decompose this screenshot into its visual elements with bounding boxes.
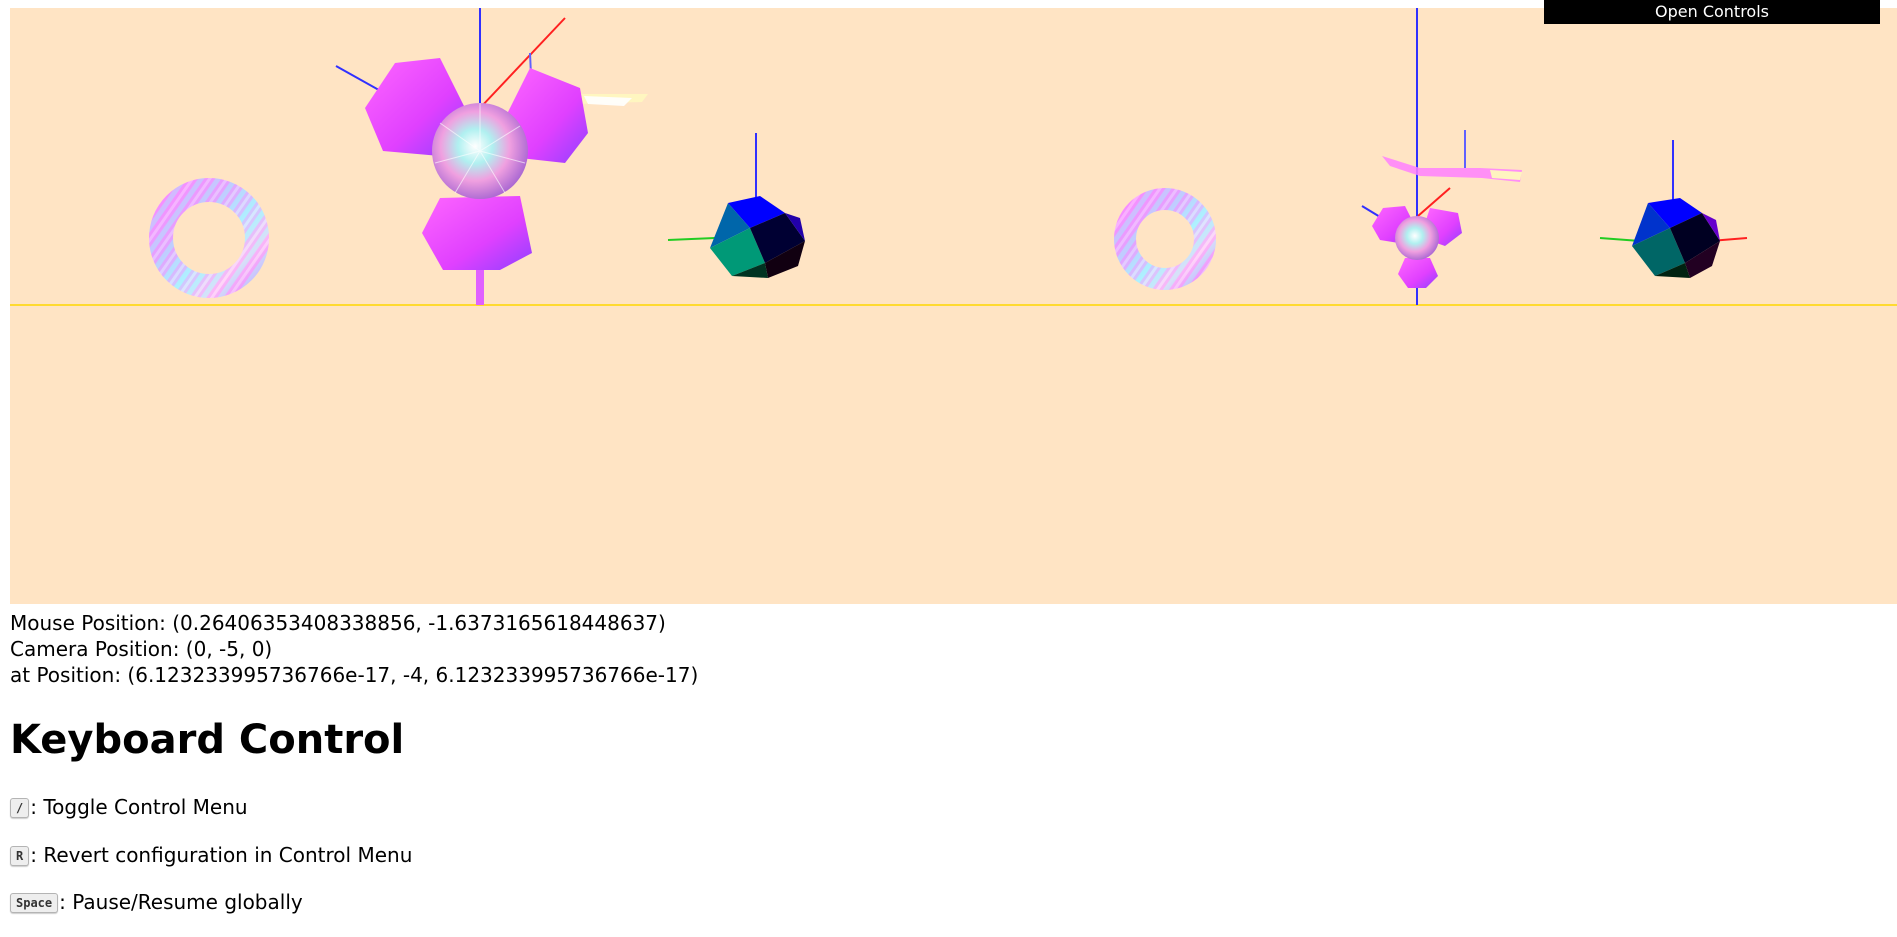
- open-controls-button[interactable]: Open Controls: [1544, 0, 1880, 24]
- mouse-position-readout: Mouse Position: (0.26406353408338856, -1…: [10, 611, 666, 635]
- scene-svg: [10, 8, 1897, 306]
- shortcut-description: : Pause/Resume globally: [59, 890, 303, 914]
- icosahedron-right: [1599, 140, 1748, 278]
- keyboard-control-heading: Keyboard Control: [10, 717, 405, 763]
- tripetal-right: [1361, 8, 1522, 305]
- camera-position-readout: Camera Position: (0, -5, 0): [10, 637, 273, 661]
- torus-left: [149, 178, 269, 298]
- shortcut-description: : Toggle Control Menu: [30, 795, 248, 819]
- icosahedron-left: [667, 133, 805, 278]
- keyboard-shortcut-row: /: Toggle Control Menu: [10, 793, 248, 821]
- render-canvas[interactable]: [10, 8, 1897, 604]
- key-slash: /: [10, 797, 30, 818]
- shortcut-description: : Revert configuration in Control Menu: [30, 843, 413, 867]
- at-position-readout: at Position: (6.123233995736766e-17, -4,…: [10, 663, 699, 687]
- key-r: R: [10, 845, 30, 866]
- keyboard-shortcut-row: Space: Pause/Resume globally: [10, 888, 303, 916]
- key-space: Space: [10, 892, 59, 913]
- torus-right: [1114, 188, 1216, 290]
- keyboard-shortcut-row: R: Revert configuration in Control Menu: [10, 841, 412, 869]
- tripetal-left: [335, 8, 648, 305]
